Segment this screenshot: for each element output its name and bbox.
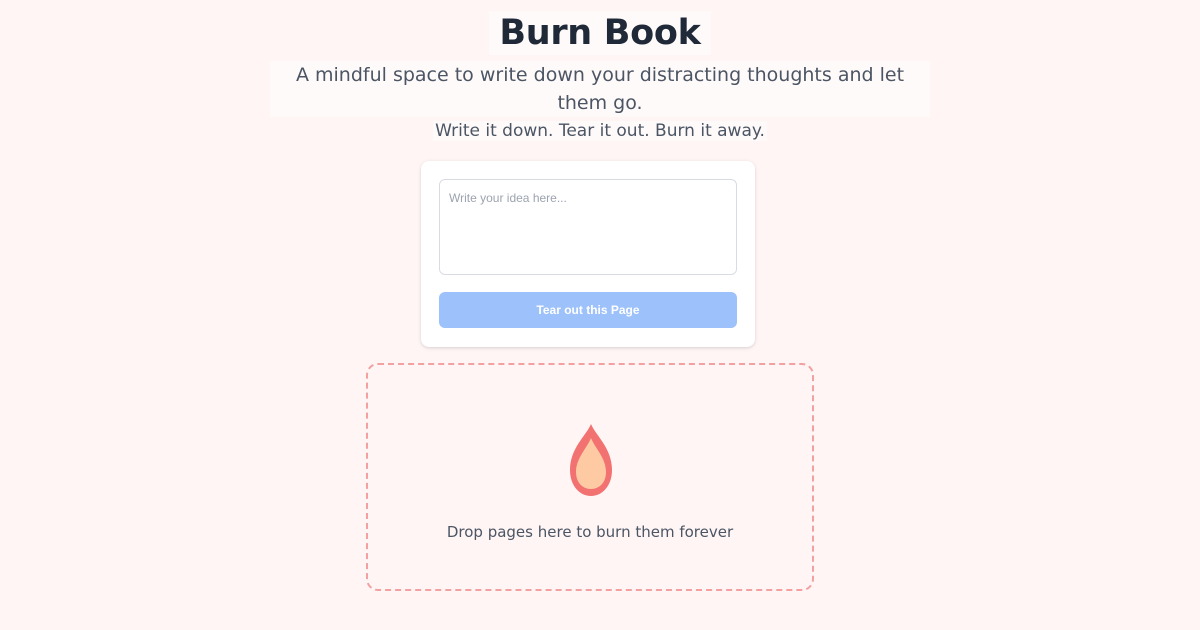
page-title: Burn Book bbox=[489, 11, 711, 55]
burn-book-page: Burn Book A mindful space to write down … bbox=[0, 0, 1200, 630]
drop-zone-text: Drop pages here to burn them forever bbox=[446, 523, 734, 541]
page-subtitle: A mindful space to write down your distr… bbox=[270, 61, 930, 117]
tear-out-page-button[interactable]: Tear out this Page bbox=[439, 292, 737, 328]
header: Burn Book A mindful space to write down … bbox=[0, 11, 1200, 145]
page-tagline: Write it down. Tear it out. Burn it away… bbox=[0, 117, 1200, 145]
tagline-text: Write it down. Tear it out. Burn it away… bbox=[433, 121, 767, 141]
writing-card: Tear out this Page bbox=[421, 161, 755, 347]
burn-drop-zone[interactable]: Drop pages here to burn them forever bbox=[366, 363, 814, 591]
flame-icon bbox=[570, 424, 612, 496]
idea-input[interactable] bbox=[439, 179, 737, 275]
